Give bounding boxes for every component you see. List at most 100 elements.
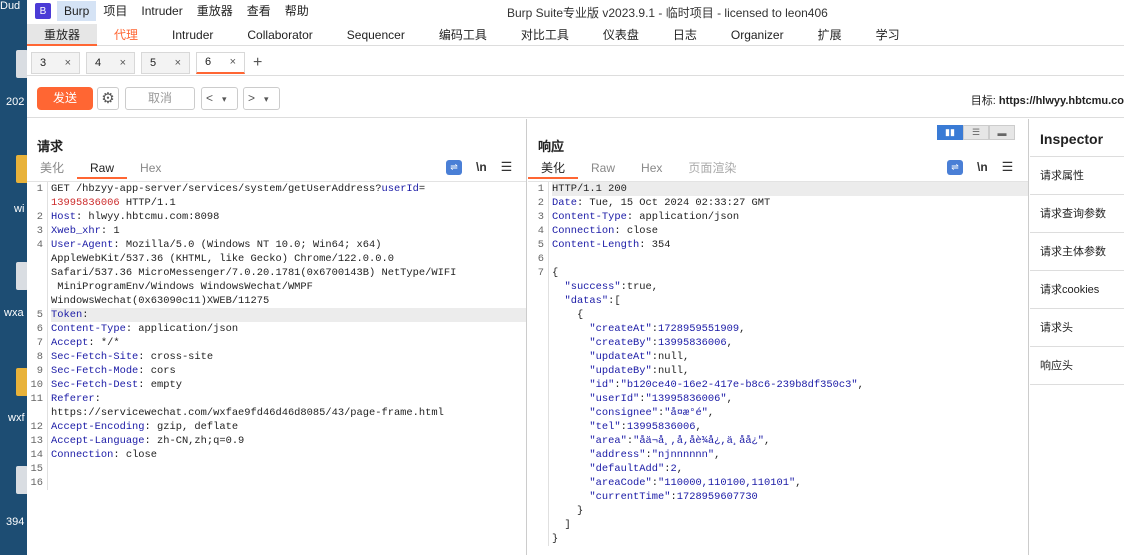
tab-render[interactable]: 页面渲染: [675, 159, 749, 179]
code-line[interactable]: 1 HTTP/1.1 200: [528, 182, 1028, 196]
inspector-query-params[interactable]: 请求查询参数: [1030, 195, 1124, 233]
menu-burp[interactable]: Burp: [57, 1, 97, 21]
response-editor[interactable]: 1 HTTP/1.1 200 2 Date: Tue, 15 Oct 2024 02:…: [528, 181, 1028, 555]
wrap-icon[interactable]: ⇌: [947, 159, 963, 175]
code-line[interactable]: 5 Token:: [27, 308, 526, 322]
code-line[interactable]: "id":"b120ce40-16e2-417e-b8c6-239b8df350…: [528, 378, 1028, 392]
tab-raw[interactable]: Raw: [578, 159, 628, 179]
code-line[interactable]: 3 Content-Type: application/json: [528, 210, 1028, 224]
gear-icon[interactable]: ⚙: [97, 87, 119, 110]
code-line[interactable]: "createAt":1728959551909,: [528, 322, 1028, 336]
code-line[interactable]: 3 Xweb_xhr: 1: [27, 224, 526, 238]
add-tab-icon[interactable]: +: [253, 54, 262, 72]
code-line[interactable]: "currentTime":1728959607730: [528, 490, 1028, 504]
menu-help[interactable]: 帮助: [278, 1, 316, 21]
layout-tabs-icon[interactable]: ▬: [989, 125, 1015, 140]
close-icon[interactable]: ×: [65, 57, 71, 69]
next-button[interactable]: > ▾: [243, 87, 280, 110]
code-line[interactable]: 2 Date: Tue, 15 Oct 2024 02:33:27 GMT: [528, 196, 1028, 210]
layout-split-icon[interactable]: ▮▮: [937, 125, 963, 140]
code-line[interactable]: MiniProgramEnv/Windows WindowsWechat/WMP…: [27, 280, 526, 294]
tab-dashboard[interactable]: 仪表盘: [586, 24, 656, 46]
code-line[interactable]: 12 Accept-Encoding: gzip, deflate: [27, 420, 526, 434]
chevron-down-icon[interactable]: ▾: [264, 94, 269, 104]
code-line[interactable]: 13995836006 HTTP/1.1: [27, 196, 526, 210]
code-line[interactable]: 1 GET /hbzyy-app-server/services/system/g…: [27, 182, 526, 196]
layout-stacked-icon[interactable]: ☰: [963, 125, 989, 140]
repeater-tab[interactable]: 5 ×: [141, 51, 190, 74]
code-line[interactable]: "updateAt":null,: [528, 350, 1028, 364]
code-line[interactable]: }: [528, 504, 1028, 518]
inspector-response-headers[interactable]: 响应头: [1030, 347, 1124, 385]
inspector-cookies[interactable]: 请求cookies: [1030, 271, 1124, 309]
tab-pretty[interactable]: 美化: [528, 159, 579, 179]
code-line[interactable]: Safari/537.36 MicroMessenger/7.0.20.1781…: [27, 266, 526, 280]
code-line[interactable]: 5 Content-Length: 354: [528, 238, 1028, 252]
code-line[interactable]: WindowsWechat(0x63090c11)XWEB/11275: [27, 294, 526, 308]
code-line[interactable]: 6 Content-Type: application/json: [27, 322, 526, 336]
code-line[interactable]: 8 Sec-Fetch-Site: cross-site: [27, 350, 526, 364]
newline-icon[interactable]: \n: [977, 160, 988, 174]
code-line[interactable]: 6: [528, 252, 1028, 266]
repeater-tab-active[interactable]: 6 ×: [196, 51, 245, 74]
code-line[interactable]: "success":true,: [528, 280, 1028, 294]
target-display[interactable]: 目标: https://hlwyy.hbtcmu.co: [971, 92, 1124, 108]
request-editor[interactable]: 1 GET /hbzyy-app-server/services/system/g…: [27, 181, 526, 555]
code-line[interactable]: 2 Host: hlwyy.hbtcmu.com:8098: [27, 210, 526, 224]
code-line[interactable]: "defaultAdd":2,: [528, 462, 1028, 476]
menu-project[interactable]: 项目: [96, 1, 134, 21]
code-line[interactable]: "area":"åä¬å¸,å,åè¾å¿,ä¸åå¿",: [528, 434, 1028, 448]
repeater-tab[interactable]: 3 ×: [31, 51, 80, 74]
tab-raw[interactable]: Raw: [77, 159, 128, 179]
tab-hex[interactable]: Hex: [628, 159, 675, 179]
wrap-icon[interactable]: ⇌: [446, 159, 462, 175]
menu-icon[interactable]: ☰: [1002, 159, 1014, 175]
prev-button[interactable]: < ▾: [201, 87, 238, 110]
code-line[interactable]: 4 User-Agent: Mozilla/5.0 (Windows NT 10.…: [27, 238, 526, 252]
code-line[interactable]: ]: [528, 518, 1028, 532]
code-line[interactable]: "tel":13995836006,: [528, 420, 1028, 434]
code-line[interactable]: "datas":[: [528, 294, 1028, 308]
tab-collaborator[interactable]: Collaborator: [230, 24, 329, 46]
tab-proxy[interactable]: 代理: [97, 24, 155, 46]
close-icon[interactable]: ×: [175, 57, 181, 69]
tab-extensions[interactable]: 扩展: [801, 24, 859, 46]
cancel-button[interactable]: 取消: [125, 87, 195, 110]
code-line[interactable]: AppleWebKit/537.36 (KHTML, like Gecko) C…: [27, 252, 526, 266]
tab-sequencer[interactable]: Sequencer: [330, 24, 422, 46]
repeater-tab[interactable]: 4 ×: [86, 51, 135, 74]
code-line[interactable]: }: [528, 532, 1028, 546]
menu-intruder[interactable]: Intruder: [134, 1, 189, 21]
tab-logger[interactable]: 日志: [656, 24, 714, 46]
menu-icon[interactable]: ☰: [501, 159, 513, 175]
tab-pretty[interactable]: 美化: [27, 159, 77, 179]
close-icon[interactable]: ×: [230, 56, 236, 68]
code-line[interactable]: "userId":"13995836006",: [528, 392, 1028, 406]
code-line[interactable]: "updateBy":null,: [528, 364, 1028, 378]
tab-hex[interactable]: Hex: [127, 159, 174, 179]
inspector-body-params[interactable]: 请求主体参数: [1030, 233, 1124, 271]
code-line[interactable]: 4 Connection: close: [528, 224, 1028, 238]
tab-comparer[interactable]: 对比工具: [504, 24, 586, 46]
code-line[interactable]: "areaCode":"110000,110100,110101",: [528, 476, 1028, 490]
send-button[interactable]: 发送: [37, 87, 93, 110]
menu-repeater[interactable]: 重放器: [190, 1, 240, 21]
tab-decoder[interactable]: 编码工具: [422, 24, 504, 46]
code-line[interactable]: 15: [27, 462, 526, 476]
code-line[interactable]: 11 Referer:: [27, 392, 526, 406]
tab-repeater[interactable]: 重放器: [27, 24, 98, 46]
tab-learn[interactable]: 学习: [859, 24, 917, 46]
chevron-down-icon[interactable]: ▾: [222, 94, 227, 104]
close-icon[interactable]: ×: [120, 57, 126, 69]
code-line[interactable]: 7 Accept: */*: [27, 336, 526, 350]
code-line[interactable]: "createBy":13995836006,: [528, 336, 1028, 350]
code-line[interactable]: 9 Sec-Fetch-Mode: cors: [27, 364, 526, 378]
code-line[interactable]: https://servicewechat.com/wxfae9fd46d46d…: [27, 406, 526, 420]
code-line[interactable]: 13 Accept-Language: zh-CN,zh;q=0.9: [27, 434, 526, 448]
code-line[interactable]: 10 Sec-Fetch-Dest: empty: [27, 378, 526, 392]
code-line[interactable]: 7{: [528, 266, 1028, 280]
code-line[interactable]: {: [528, 308, 1028, 322]
tab-organizer[interactable]: Organizer: [714, 24, 801, 46]
code-line[interactable]: "address":"njnnnnnn",: [528, 448, 1028, 462]
inspector-request-headers[interactable]: 请求头: [1030, 309, 1124, 347]
